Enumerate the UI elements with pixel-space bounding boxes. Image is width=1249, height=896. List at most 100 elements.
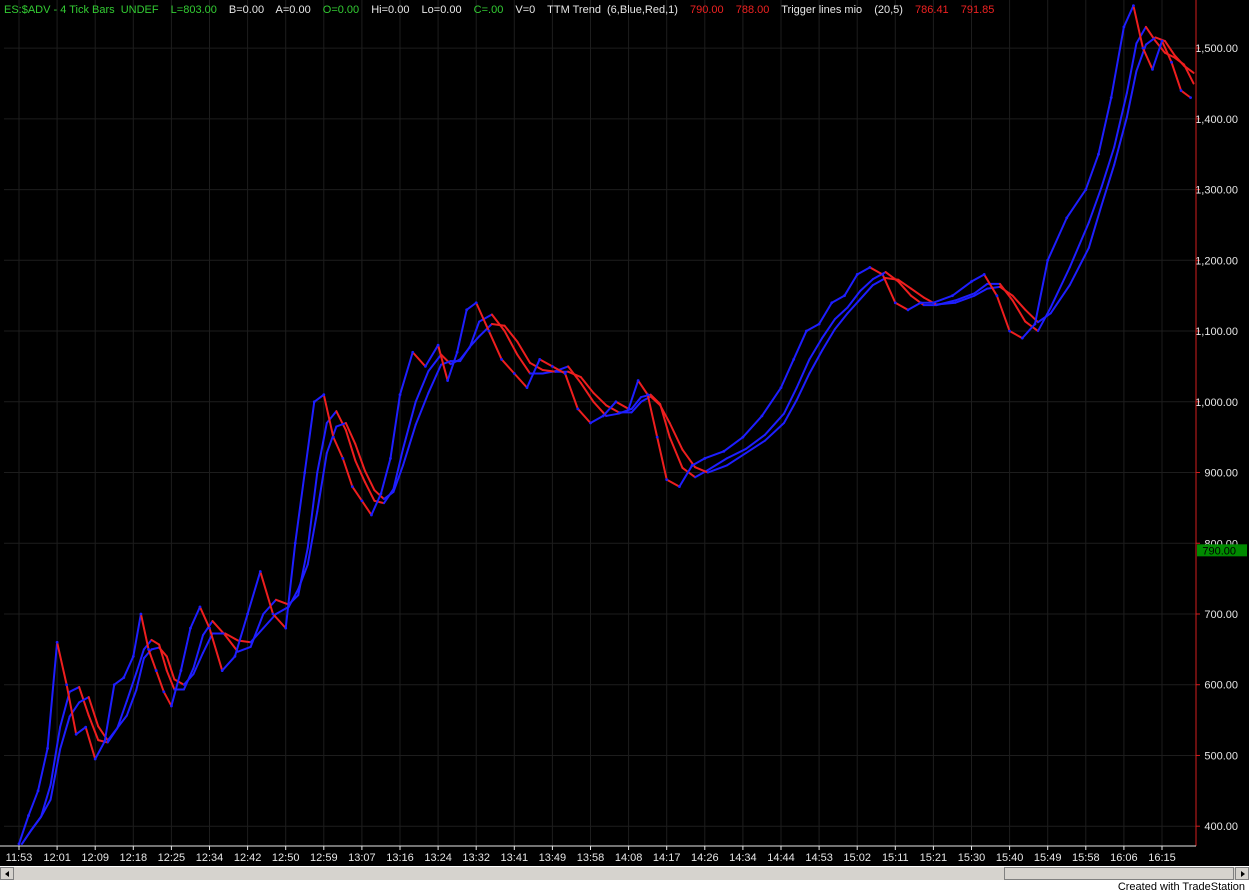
data-point xyxy=(1122,25,1126,29)
data-point xyxy=(436,343,440,347)
indicator2-value-1: 786.41 xyxy=(915,4,949,16)
horizontal-scrollbar[interactable] xyxy=(0,866,1249,880)
price-tick-label: 1,000.00 xyxy=(1195,397,1238,409)
data-point xyxy=(932,301,935,305)
symbol-label: ES:$ADV - 4 Tick Bars xyxy=(4,4,115,16)
status-label: UNDEF xyxy=(120,4,159,16)
time-tick-label: 16:06 xyxy=(1110,852,1138,864)
data-point xyxy=(792,357,796,361)
data-point xyxy=(601,414,605,418)
data-point xyxy=(27,814,30,817)
data-point xyxy=(690,464,694,467)
data-point xyxy=(112,683,116,687)
scroll-right-button[interactable] xyxy=(1235,867,1249,880)
data-point xyxy=(93,757,97,761)
data-point xyxy=(512,372,516,375)
data-point xyxy=(293,541,297,545)
data-point xyxy=(982,273,986,276)
data-point xyxy=(760,414,764,418)
data-point xyxy=(84,725,88,729)
price-chart[interactable]: 400.00 500.00 600.00 700.00 800.00 900.00 1,00… xyxy=(0,0,1249,868)
data-point xyxy=(855,273,859,276)
time-tick-label: 15:21 xyxy=(920,852,948,864)
data-point xyxy=(1160,39,1164,43)
data-point xyxy=(360,499,364,503)
last-value: L=803.00 xyxy=(170,4,217,16)
footer-bar: Created with TradeStation xyxy=(0,880,1249,896)
time-tick-label: 12:34 xyxy=(196,852,224,864)
data-point xyxy=(122,676,126,680)
price-tick-label: 1,500.00 xyxy=(1195,43,1238,55)
last-price-label: 790.00 xyxy=(1202,545,1236,557)
data-point xyxy=(1151,67,1154,71)
volume-value: V=0 xyxy=(515,4,536,16)
data-point xyxy=(1046,258,1050,262)
data-point xyxy=(487,329,491,333)
scroll-left-button[interactable] xyxy=(0,867,14,880)
data-point xyxy=(500,357,503,361)
high-value: Hi=0.00 xyxy=(371,4,410,16)
data-point xyxy=(741,435,745,439)
data-point xyxy=(576,407,580,411)
time-tick-label: 13:58 xyxy=(577,852,605,864)
footer-credit: Created with TradeStation xyxy=(1117,881,1245,893)
data-point xyxy=(246,612,250,616)
data-point xyxy=(162,690,166,694)
data-point xyxy=(147,647,150,651)
chart-window: 400.00 500.00 600.00 700.00 800.00 900.00 1,00… xyxy=(0,0,1249,896)
data-point xyxy=(843,294,846,298)
data-point xyxy=(779,386,783,390)
data-point xyxy=(805,329,808,333)
data-point xyxy=(220,669,224,672)
data-point xyxy=(103,739,107,743)
price-tick-label: 500.00 xyxy=(1204,750,1238,762)
time-tick-label: 13:24 xyxy=(424,852,452,864)
data-point xyxy=(1020,336,1024,340)
data-point xyxy=(830,301,834,305)
data-point xyxy=(951,294,954,298)
time-tick-label: 12:25 xyxy=(158,852,186,864)
data-point xyxy=(74,732,78,736)
time-tick-label: 13:07 xyxy=(348,852,376,864)
data-point xyxy=(1065,216,1069,220)
data-point xyxy=(1084,188,1088,191)
price-tick-label: 1,400.00 xyxy=(1195,114,1238,126)
data-point xyxy=(655,435,659,439)
data-point xyxy=(906,308,910,312)
data-point xyxy=(1109,96,1113,100)
price-tick-label: 600.00 xyxy=(1204,680,1238,692)
price-tick-label: 1,300.00 xyxy=(1195,185,1238,197)
data-point xyxy=(331,435,335,439)
data-point xyxy=(1179,89,1183,92)
indicator2-value-2: 791.85 xyxy=(960,4,995,16)
data-point xyxy=(665,478,669,481)
time-tick-label: 15:30 xyxy=(958,852,986,864)
time-tick-label: 14:26 xyxy=(691,852,719,864)
scroll-thumb[interactable] xyxy=(1004,867,1234,880)
time-tick-label: 12:50 xyxy=(272,852,300,864)
data-point xyxy=(455,350,459,354)
data-point xyxy=(446,379,450,382)
indicator1-params: (6,Blue,Red,1) xyxy=(607,4,678,16)
data-point xyxy=(646,393,650,397)
data-point xyxy=(893,301,897,305)
data-point xyxy=(1132,4,1135,8)
time-tick-label: 13:16 xyxy=(386,852,414,864)
data-point xyxy=(722,449,726,453)
data-point xyxy=(322,393,326,397)
data-point xyxy=(370,513,373,517)
data-point xyxy=(1141,46,1145,50)
close-value: C=.00 xyxy=(473,4,504,16)
data-point xyxy=(525,386,529,390)
data-point xyxy=(551,365,554,368)
data-point xyxy=(154,669,158,672)
data-point xyxy=(465,308,469,312)
price-tick-label: 400.00 xyxy=(1204,821,1238,833)
low-value: Lo=0.00 xyxy=(421,4,462,16)
data-point xyxy=(36,789,40,793)
data-point xyxy=(411,350,415,354)
data-point xyxy=(258,570,262,573)
data-point xyxy=(208,626,211,630)
indicator1-value-2: 788.00 xyxy=(735,4,770,16)
data-point xyxy=(389,456,392,460)
